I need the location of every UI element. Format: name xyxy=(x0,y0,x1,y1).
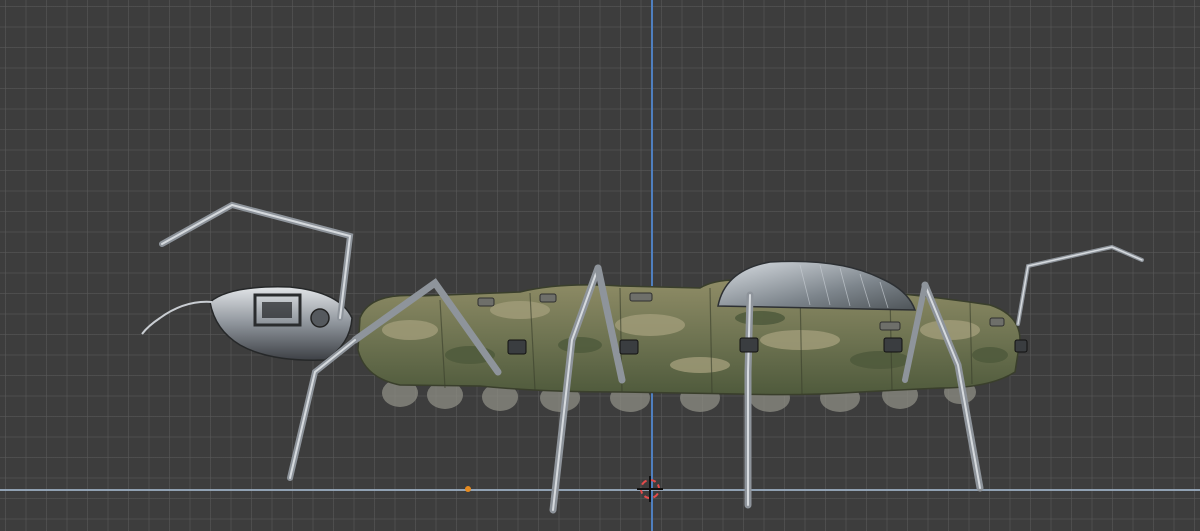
3d-viewport[interactable] xyxy=(0,0,1200,531)
robot-head xyxy=(141,286,353,361)
robot-insect-model[interactable] xyxy=(0,0,1200,531)
